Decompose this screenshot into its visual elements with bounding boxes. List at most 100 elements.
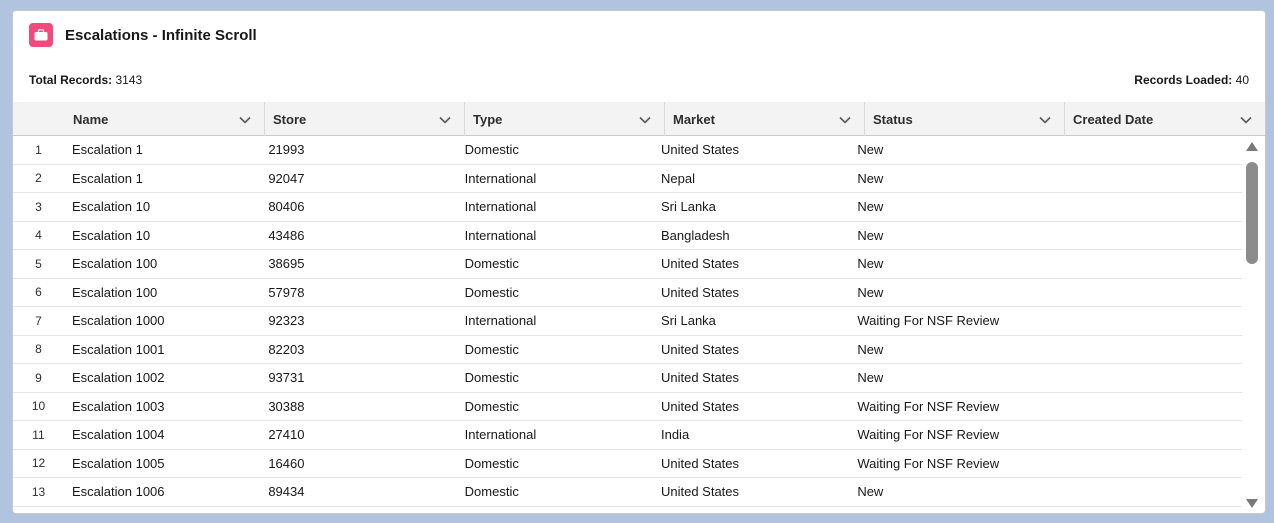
- cell-status: New: [857, 170, 884, 186]
- row-number: 9: [35, 370, 42, 385]
- scroll-down-arrow-icon[interactable]: [1245, 498, 1259, 510]
- table-row[interactable]: 5 Escalation 100 38695 Domestic United State…: [13, 250, 1242, 279]
- cell-store: 92047: [268, 170, 305, 186]
- cell-name: Escalation 10: [72, 227, 151, 243]
- column-header-name[interactable]: Name: [65, 102, 265, 136]
- cell-store: 92323: [268, 313, 305, 329]
- cell-store: 43486: [268, 227, 305, 243]
- chevron-down-icon[interactable]: [638, 113, 652, 127]
- table-row[interactable]: 1 Escalation 1 21993 Domestic United States N…: [13, 136, 1242, 165]
- chevron-down-icon[interactable]: [838, 113, 852, 127]
- total-records: Total Records: 3143: [29, 73, 142, 87]
- cell-market: United States: [660, 484, 740, 500]
- cell-name: Escalation 100: [72, 284, 158, 300]
- cell-name: Escalation 10: [72, 199, 151, 215]
- records-loaded: Records Loaded: 40: [1134, 73, 1249, 87]
- row-number: 1: [35, 142, 42, 157]
- scroll-up-arrow-icon[interactable]: [1245, 140, 1259, 152]
- scrollbar-thumb[interactable]: [1246, 162, 1258, 264]
- chevron-down-icon[interactable]: [438, 113, 452, 127]
- column-header-label: Created Date: [1073, 111, 1154, 127]
- column-header-type[interactable]: Type: [465, 102, 665, 136]
- cell-type: International: [464, 227, 537, 243]
- cell-status: New: [857, 284, 884, 300]
- cell-status: New: [857, 256, 884, 272]
- row-number: 7: [35, 313, 42, 328]
- table-row[interactable]: 12 Escalation 1005 16460 Domestic United Sta…: [13, 450, 1242, 478]
- table-row[interactable]: 10 Escalation 1003 30388 Domestic United Sta…: [13, 393, 1242, 421]
- escalations-card: Escalations - Infinite Scroll Total Reco…: [12, 10, 1266, 514]
- cell-type: International: [464, 199, 537, 215]
- cell-status: New: [857, 370, 884, 386]
- chevron-down-icon[interactable]: [1239, 113, 1253, 127]
- row-number: 6: [35, 285, 42, 300]
- cell-type: International: [464, 170, 537, 186]
- card-header: Escalations - Infinite Scroll: [29, 23, 257, 47]
- cell-market: United States: [660, 370, 740, 386]
- row-number: 2: [35, 171, 42, 186]
- cell-name: Escalation 1: [72, 170, 143, 186]
- cell-status: Waiting For NSF Review: [857, 313, 1000, 329]
- row-number: 13: [31, 484, 46, 499]
- cell-name: Escalation 1004: [72, 427, 165, 443]
- cell-status: New: [857, 484, 884, 500]
- cell-market: Nepal: [660, 170, 695, 186]
- cell-store: 27410: [268, 427, 305, 443]
- cell-type: Domestic: [464, 398, 519, 414]
- cell-store: 80406: [268, 199, 305, 215]
- records-loaded-value: 40: [1235, 73, 1249, 87]
- row-number-header: [13, 102, 65, 136]
- cell-status: Waiting For NSF Review: [857, 455, 1000, 471]
- table-row[interactable]: 7 Escalation 1000 92323 International Sri La…: [13, 307, 1242, 336]
- row-number: 3: [35, 199, 42, 214]
- column-header-status[interactable]: Status: [865, 102, 1065, 136]
- records-loaded-label: Records Loaded:: [1134, 73, 1233, 87]
- row-number: 10: [31, 399, 46, 414]
- cell-market: United States: [660, 341, 740, 357]
- column-header-label: Store: [273, 111, 307, 127]
- table-row[interactable]: 9 Escalation 1002 93731 Domestic United Stat…: [13, 364, 1242, 393]
- cell-market: India: [660, 427, 690, 443]
- cell-name: Escalation 1002: [72, 370, 165, 386]
- cell-market: United States: [660, 284, 740, 300]
- cell-store: 21993: [268, 142, 305, 158]
- cell-status: Waiting For NSF Review: [857, 427, 1000, 443]
- table-row[interactable]: 2 Escalation 1 92047 International Nepal New: [13, 165, 1242, 193]
- table-row[interactable]: 4 Escalation 10 43486 International Banglade…: [13, 222, 1242, 250]
- cell-store: 16460: [268, 455, 305, 471]
- column-header-store[interactable]: Store: [265, 102, 465, 136]
- cell-market: United States: [660, 256, 740, 272]
- escalations-table: Name Store Type Market Status Created Da…: [13, 102, 1265, 513]
- table-row[interactable]: 11 Escalation 1004 27410 International India…: [13, 421, 1242, 450]
- column-header-market[interactable]: Market: [665, 102, 865, 136]
- cell-name: Escalation 1000: [72, 313, 165, 329]
- column-header-label: Name: [73, 111, 109, 127]
- cell-name: Escalation 100: [72, 256, 158, 272]
- table-row[interactable]: 13 Escalation 1006 89434 Domestic United Sta…: [13, 478, 1242, 507]
- table-header: Name Store Type Market Status Created Da…: [13, 102, 1265, 136]
- cell-type: International: [464, 313, 537, 329]
- table-row[interactable]: 8 Escalation 1001 82203 Domestic United Stat…: [13, 336, 1242, 364]
- cell-market: Bangladesh: [660, 227, 730, 243]
- cell-name: Escalation 1005: [72, 455, 165, 471]
- column-header-label: Status: [873, 111, 913, 127]
- cell-status: New: [857, 341, 884, 357]
- vertical-scrollbar[interactable]: [1243, 136, 1261, 513]
- briefcase-icon: [29, 23, 53, 47]
- cell-status: New: [857, 199, 884, 215]
- cell-store: 30388: [268, 398, 305, 414]
- cell-market: United States: [660, 142, 740, 158]
- chevron-down-icon[interactable]: [1038, 113, 1052, 127]
- records-summary: Total Records: 3143 Records Loaded: 40: [29, 73, 1249, 87]
- row-number: 5: [35, 256, 42, 271]
- row-number: 11: [32, 427, 45, 442]
- cell-type: Domestic: [464, 284, 519, 300]
- table-row[interactable]: 6 Escalation 100 57978 Domestic United State…: [13, 279, 1242, 307]
- column-header-created-date[interactable]: Created Date: [1065, 102, 1265, 136]
- table-row[interactable]: 3 Escalation 10 80406 International Sri Lank…: [13, 193, 1242, 222]
- chevron-down-icon[interactable]: [238, 113, 252, 127]
- cell-type: Domestic: [464, 256, 519, 272]
- cell-status: Waiting For NSF Review: [857, 398, 1000, 414]
- table-body: 1 Escalation 1 21993 Domestic United States N…: [13, 136, 1242, 507]
- cell-type: Domestic: [464, 142, 519, 158]
